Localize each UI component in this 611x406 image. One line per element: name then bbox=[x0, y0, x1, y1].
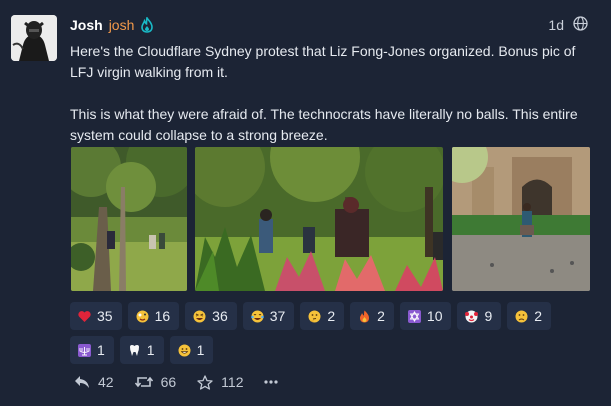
reply-count: 42 bbox=[98, 374, 114, 390]
reaction-count: 16 bbox=[154, 308, 171, 324]
tears-of-joy-icon bbox=[250, 310, 264, 323]
reaction-count: 1 bbox=[97, 342, 105, 358]
more-options-button[interactable] bbox=[264, 380, 279, 384]
handle[interactable]: josh bbox=[109, 17, 135, 33]
globe-icon bbox=[573, 16, 588, 31]
reaction-grinning-face[interactable]: 1 bbox=[169, 336, 214, 364]
repost-count: 66 bbox=[160, 374, 177, 390]
like-count: 112 bbox=[221, 374, 244, 390]
avatar[interactable] bbox=[11, 15, 57, 61]
media-image-protest[interactable] bbox=[195, 147, 443, 291]
timestamp[interactable]: 1d bbox=[548, 17, 564, 33]
reaction-count: 2 bbox=[534, 308, 543, 324]
post-content: Here's the Cloudflare Sydney protest tha… bbox=[70, 41, 590, 146]
reaction-tears-of-joy[interactable]: 37 bbox=[242, 302, 295, 330]
media-image-park-tree[interactable] bbox=[71, 147, 187, 291]
post-card: Josh josh 1d Here's the Cloudflare Sydne… bbox=[0, 0, 611, 406]
reaction-count: 1 bbox=[146, 342, 155, 358]
reaction-count: 37 bbox=[269, 308, 286, 324]
display-name[interactable]: Josh bbox=[70, 17, 103, 33]
reaction-count: 35 bbox=[97, 308, 113, 324]
media-image-walking[interactable] bbox=[452, 147, 590, 291]
reaction-clown-face[interactable]: 9 bbox=[457, 302, 502, 330]
reaction-tooth[interactable]: 1 bbox=[119, 336, 164, 364]
reaction-fire[interactable]: 2 bbox=[350, 302, 394, 330]
star-of-david-icon bbox=[407, 309, 421, 323]
clown-face-icon bbox=[465, 310, 479, 323]
reply-icon bbox=[74, 375, 90, 389]
reaction-count: 2 bbox=[327, 308, 336, 324]
like-button[interactable]: 112 bbox=[197, 374, 243, 390]
reaction-zany-face[interactable]: 16 bbox=[127, 302, 180, 330]
repost-icon bbox=[134, 375, 153, 389]
grinning-face-icon bbox=[178, 344, 191, 357]
menorah-icon bbox=[78, 343, 91, 357]
thinking-face-icon bbox=[308, 310, 321, 323]
zany-face-icon bbox=[136, 310, 149, 323]
reaction-count: 1 bbox=[196, 342, 205, 358]
reactions-bar: 35 16 36 37 2 2 10 9 2 1 1 1 bbox=[70, 302, 600, 364]
reaction-sad-face[interactable]: 2 bbox=[507, 302, 552, 330]
more-icon bbox=[264, 380, 279, 384]
fire-icon bbox=[358, 310, 371, 323]
post-paragraph: This is what they were afraid of. The te… bbox=[70, 106, 578, 143]
reaction-count: 2 bbox=[377, 308, 385, 324]
reaction-count: 36 bbox=[212, 308, 228, 324]
red-heart-icon bbox=[78, 310, 91, 323]
action-bar: 42 66 112 bbox=[74, 374, 299, 390]
reaction-squinting-laugh[interactable]: 36 bbox=[185, 302, 237, 330]
reaction-count: 9 bbox=[484, 308, 493, 324]
flame-icon bbox=[140, 16, 154, 33]
reaction-red-heart[interactable]: 35 bbox=[70, 302, 122, 330]
post-paragraph: Here's the Cloudflare Sydney protest tha… bbox=[70, 43, 576, 80]
repost-button[interactable]: 66 bbox=[134, 374, 177, 390]
sad-face-icon bbox=[515, 310, 528, 323]
tooth-icon bbox=[128, 344, 141, 357]
post-header: Josh josh bbox=[70, 16, 154, 34]
reaction-thinking-face[interactable]: 2 bbox=[300, 302, 345, 330]
reaction-menorah[interactable]: 1 bbox=[70, 336, 114, 364]
reply-button[interactable]: 42 bbox=[74, 374, 114, 390]
reaction-star-of-david[interactable]: 10 bbox=[399, 302, 452, 330]
star-icon bbox=[197, 374, 213, 390]
reaction-count: 10 bbox=[426, 308, 443, 324]
squinting-laugh-icon bbox=[193, 310, 206, 323]
